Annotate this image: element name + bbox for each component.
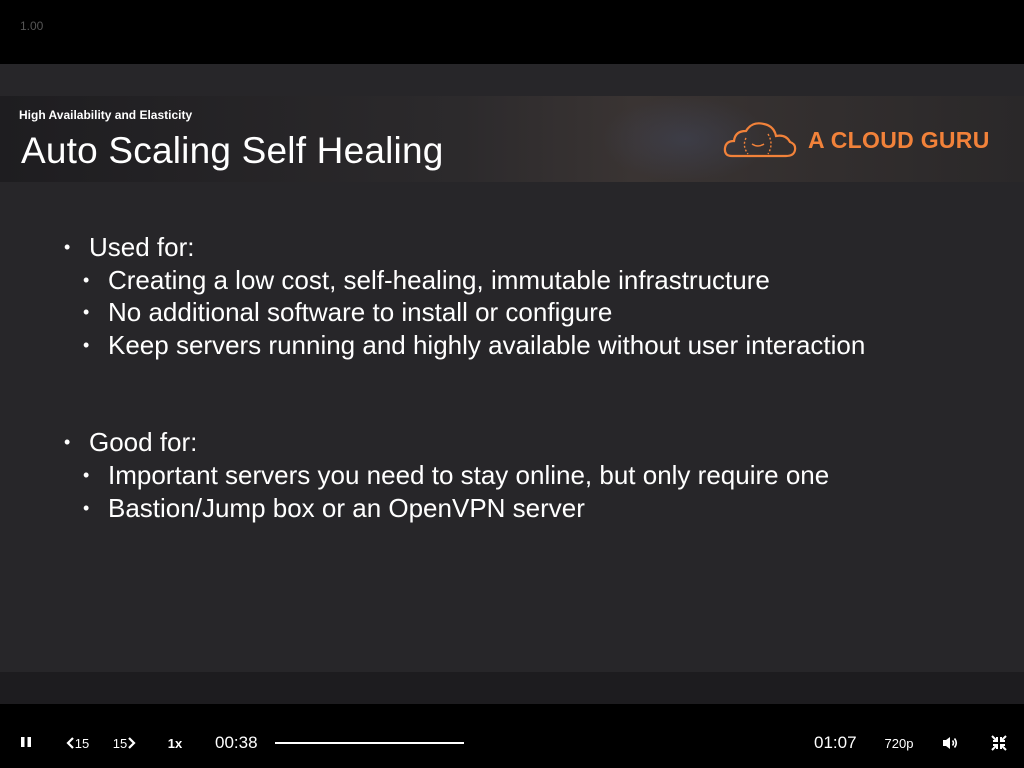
- video-frame[interactable]: High Availability and Elasticity Auto Sc…: [0, 64, 1024, 704]
- slide-footer-strip: [0, 672, 1024, 704]
- bullet-dot: •: [83, 335, 90, 355]
- skip-forward-button[interactable]: 15: [110, 732, 140, 754]
- slide-title: Auto Scaling Self Healing: [21, 130, 444, 171]
- list-item: Bastion/Jump box or an OpenVPN server: [108, 493, 585, 523]
- brand-logo: A CLOUD GURU: [722, 118, 990, 162]
- bullet-dot: •: [83, 270, 90, 290]
- rewind-15-icon: [66, 737, 74, 749]
- current-time: 00:38: [215, 733, 258, 752]
- exit-fullscreen-button[interactable]: [987, 731, 1011, 755]
- duration: 01:07: [814, 733, 857, 752]
- list-item: Creating a low cost, self-healing, immut…: [108, 265, 770, 295]
- bullet-dot: •: [83, 302, 90, 322]
- volume-button[interactable]: [938, 731, 962, 755]
- list-item: No additional software to install or con…: [108, 297, 613, 327]
- speed-indicator: 1.00: [20, 19, 44, 33]
- bullet-dot: •: [83, 498, 90, 518]
- group-heading-good-for: Good for:: [89, 427, 198, 457]
- skip-forward-label: 15: [112, 735, 128, 751]
- player-controls: 15 15 1x 00:38 01:07 720p: [0, 704, 1024, 768]
- progress-bar[interactable]: [275, 742, 464, 744]
- top-bar: 1.00: [0, 0, 1024, 64]
- skip-back-button[interactable]: 15: [62, 732, 92, 754]
- pause-icon: [21, 737, 31, 747]
- group-heading-used-for: Used for:: [89, 232, 195, 262]
- playback-rate-button[interactable]: 1x: [162, 732, 188, 754]
- section-label: High Availability and Elasticity: [19, 108, 193, 122]
- pause-button[interactable]: [14, 730, 38, 754]
- bullet-dot: •: [64, 237, 71, 257]
- quality-button[interactable]: 720p: [880, 732, 918, 754]
- logo-text: A CLOUD GURU: [808, 126, 990, 153]
- bullet-dot: •: [83, 465, 90, 485]
- bullet-dot: •: [64, 432, 71, 452]
- list-item: Keep servers running and highly availabl…: [108, 330, 866, 360]
- skip-back-label: 15: [74, 735, 90, 751]
- forward-15-icon: [128, 737, 136, 749]
- list-item: Important servers you need to stay onlin…: [108, 460, 830, 490]
- cloud-logo-icon: [723, 122, 797, 158]
- exit-fullscreen-icon: [991, 735, 1007, 751]
- volume-icon: [943, 737, 958, 749]
